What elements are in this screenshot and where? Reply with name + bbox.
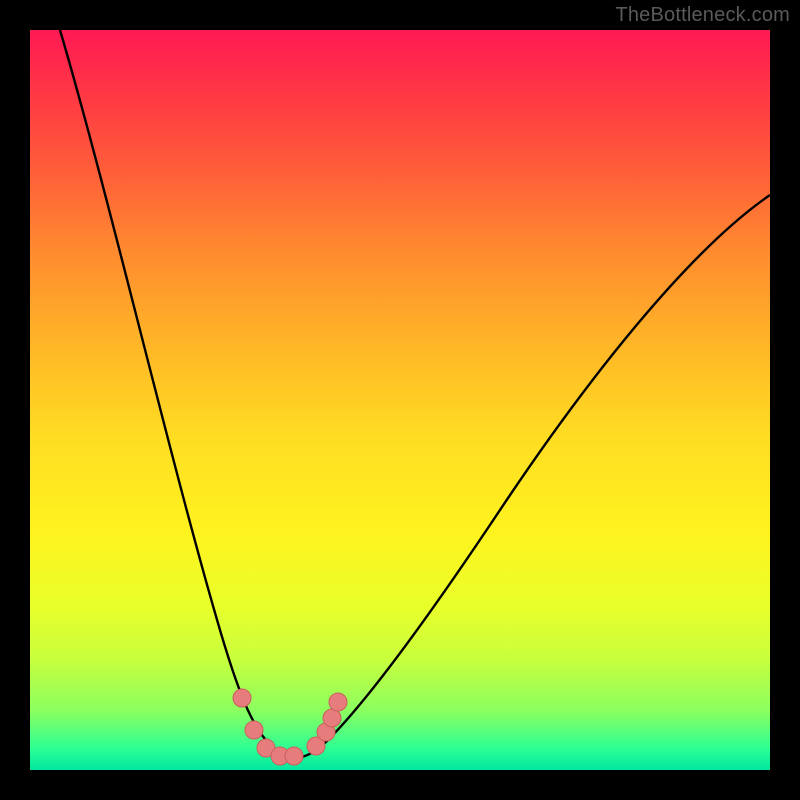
curve-point bbox=[329, 693, 347, 711]
curve-point bbox=[245, 721, 263, 739]
chart-frame: TheBottleneck.com bbox=[0, 0, 800, 800]
curve-point bbox=[285, 747, 303, 765]
bottleneck-curve-path bbox=[60, 30, 770, 758]
watermark-text: TheBottleneck.com bbox=[615, 4, 790, 27]
curve-point bbox=[233, 689, 251, 707]
bottleneck-curve-svg bbox=[30, 30, 770, 770]
curve-point bbox=[323, 709, 341, 727]
